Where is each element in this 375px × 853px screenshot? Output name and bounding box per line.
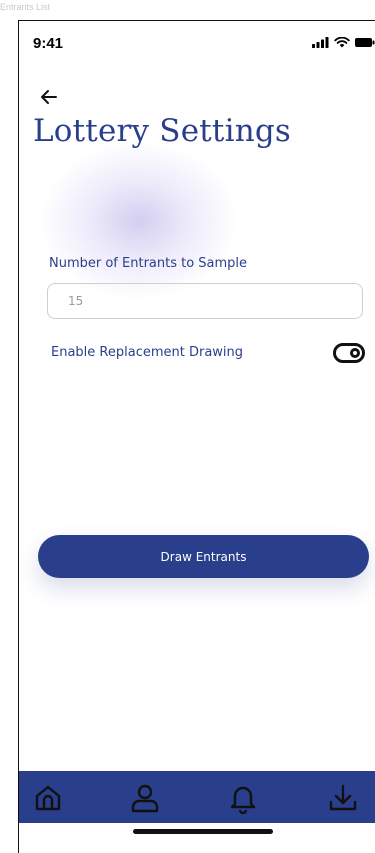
nav-notifications[interactable] xyxy=(224,779,262,817)
download-icon xyxy=(329,784,357,811)
phone-screen: 9:41 Lottery Settings Number of Entrants… xyxy=(18,20,375,853)
battery-icon xyxy=(355,38,375,47)
status-bar: 9:41 xyxy=(19,21,375,65)
bottom-nav xyxy=(19,771,375,823)
profile-icon xyxy=(131,784,159,813)
sample-count-input[interactable] xyxy=(47,283,363,319)
bell-icon xyxy=(230,786,256,814)
background-glow xyxy=(39,141,239,301)
draw-entrants-button[interactable]: Draw Entrants xyxy=(38,535,369,578)
sample-count-label: Number of Entrants to Sample xyxy=(49,256,248,271)
page-title: Lottery Settings xyxy=(33,113,292,149)
replacement-drawing-toggle[interactable] xyxy=(333,343,365,363)
arrow-left-icon xyxy=(41,90,57,104)
nav-profile[interactable] xyxy=(126,779,164,817)
wifi-icon xyxy=(334,37,350,48)
home-icon xyxy=(35,785,61,811)
signal-icon xyxy=(312,37,329,48)
back-button[interactable] xyxy=(37,85,61,109)
frame-label: Entrants List xyxy=(0,2,51,12)
toggle-knob xyxy=(350,348,360,358)
replacement-drawing-label: Enable Replacement Drawing xyxy=(51,345,244,360)
home-indicator xyxy=(133,829,273,834)
nav-download[interactable] xyxy=(324,779,362,817)
status-time: 9:41 xyxy=(33,35,64,52)
status-icons xyxy=(312,37,375,48)
nav-home[interactable] xyxy=(29,779,67,817)
